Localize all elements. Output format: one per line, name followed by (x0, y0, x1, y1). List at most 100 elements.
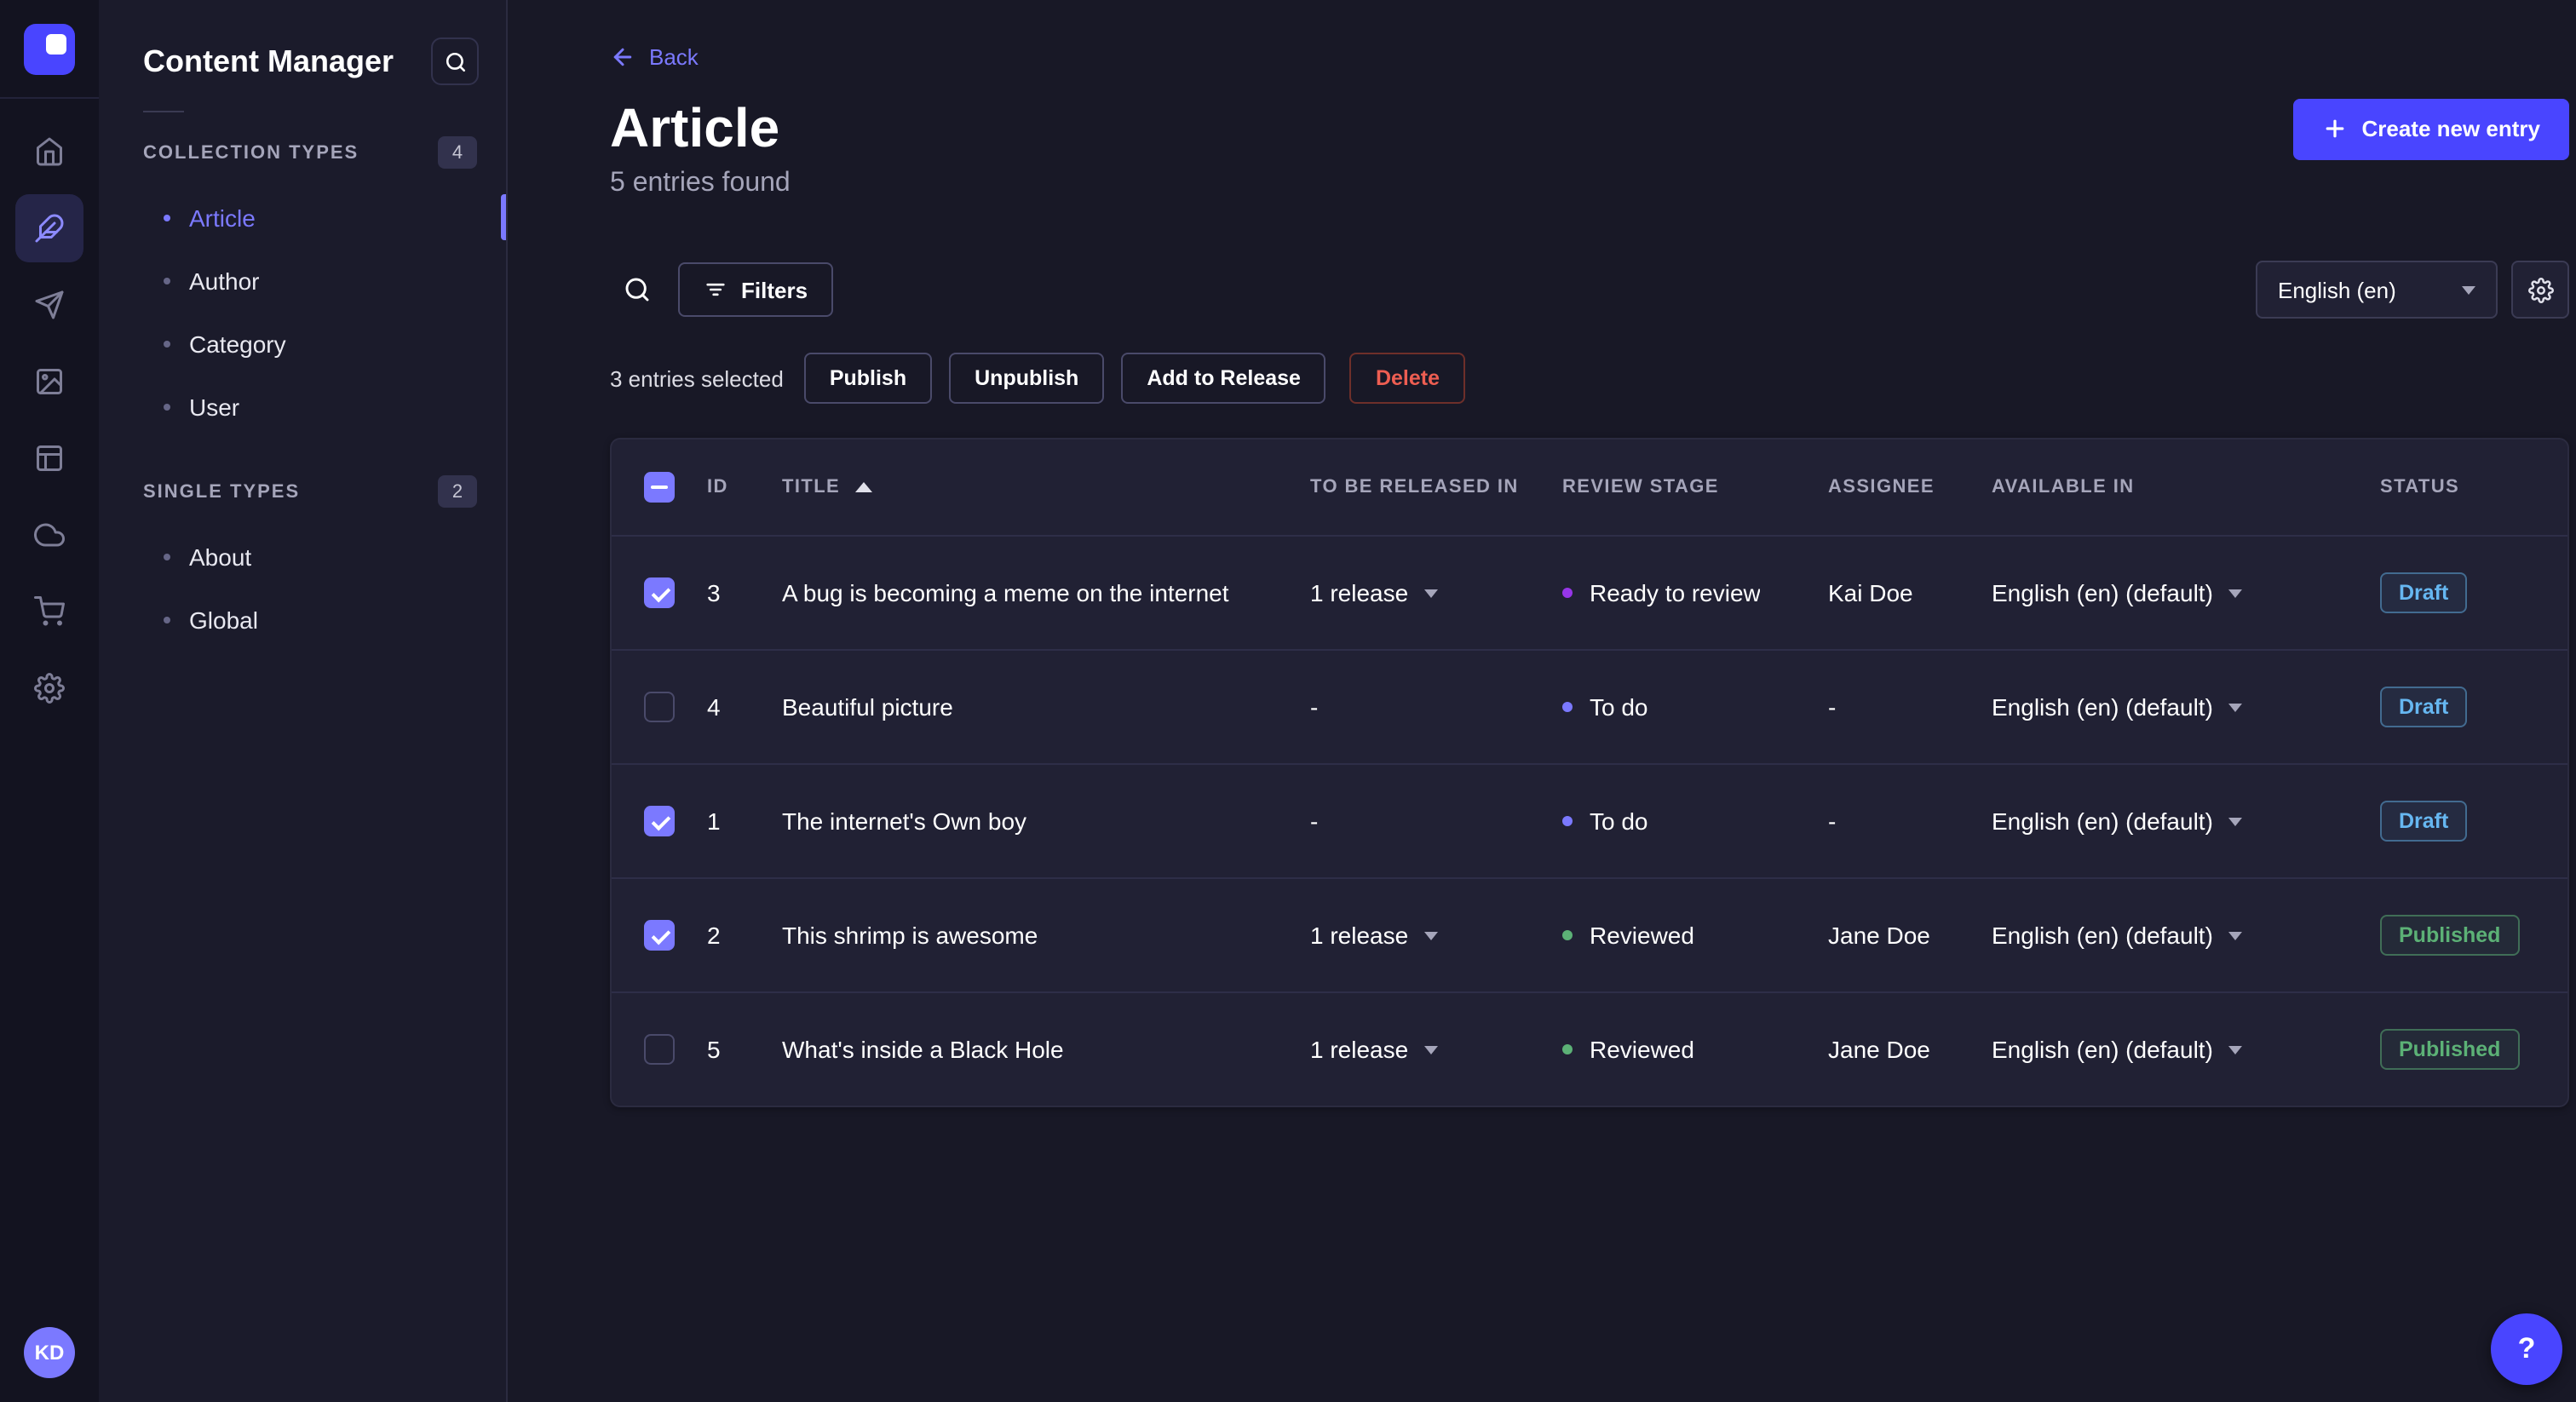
unpublish-button[interactable]: Unpublish (949, 353, 1105, 404)
col-header-review-stage[interactable]: REVIEW STAGE (1562, 477, 1828, 497)
sidebar-item-about[interactable]: About (99, 525, 506, 588)
strapi-logo-icon[interactable] (24, 24, 75, 75)
col-header-status[interactable]: STATUS (2380, 477, 2567, 497)
release-label: - (1310, 807, 1319, 835)
table-row[interactable]: 1 The internet's Own boy - To do - Engli… (612, 763, 2567, 877)
content-manager-icon[interactable] (15, 194, 83, 262)
select-all-checkbox[interactable] (644, 472, 675, 503)
locale-label: English (en) (2278, 277, 2396, 302)
col-header-available-in[interactable]: AVAILABLE IN (1992, 477, 2380, 497)
status-badge: Published (2380, 1029, 2520, 1070)
row-assignee: Jane Doe (1828, 922, 1930, 949)
release-label: 1 release (1310, 922, 1409, 949)
release-chevron-icon (1423, 1045, 1438, 1054)
releases-icon[interactable] (15, 271, 83, 339)
row-id: 4 (707, 693, 721, 721)
sidebar-item-global[interactable]: Global (99, 588, 506, 651)
view-settings-button[interactable] (2511, 261, 2569, 319)
table-row[interactable]: 3 A bug is becoming a meme on the intern… (612, 535, 2567, 649)
sidebar-item-category[interactable]: Category (99, 312, 506, 375)
row-available-in-dropdown[interactable]: English (en) (default) (1992, 579, 2380, 606)
col-header-assignee[interactable]: ASSIGNEE (1828, 477, 1992, 497)
row-review-stage: Ready to review (1562, 579, 1828, 606)
row-checkbox[interactable] (644, 692, 675, 722)
status-badge: Draft (2380, 572, 2468, 613)
arrow-left-icon (610, 44, 635, 70)
col-header-title[interactable]: TITLE (782, 477, 1310, 497)
chevron-down-icon (2228, 1045, 2242, 1054)
sidebar-item-user[interactable]: User (99, 375, 506, 438)
sidebar-item-label: Category (189, 330, 286, 357)
add-to-release-button[interactable]: Add to Release (1121, 353, 1326, 404)
subnav-search-button[interactable] (431, 37, 479, 85)
sidebar-item-article[interactable]: Article (99, 186, 506, 249)
row-release-dropdown[interactable]: 1 release (1310, 579, 1562, 606)
sort-ascending-icon (855, 482, 873, 492)
locale-select[interactable]: English (en) (2256, 261, 2498, 319)
bullet-icon (164, 616, 170, 623)
release-label: 1 release (1310, 1036, 1409, 1063)
settings-icon[interactable] (15, 654, 83, 722)
release-chevron-icon (1423, 931, 1438, 939)
help-button[interactable]: ? (2491, 1313, 2562, 1385)
table-header-row: ID TITLE TO BE RELEASED IN REVIEW STAGE … (612, 440, 2567, 535)
available-in-label: English (en) (default) (1992, 693, 2213, 721)
row-available-in-dropdown[interactable]: English (en) (default) (1992, 1036, 2380, 1063)
row-review-stage: To do (1562, 693, 1828, 721)
stage-dot (1562, 816, 1573, 826)
row-title: This shrimp is awesome (782, 922, 1038, 949)
table-row[interactable]: 5 What's inside a Black Hole 1 release R… (612, 991, 2567, 1106)
marketplace-icon[interactable] (15, 577, 83, 646)
home-icon[interactable] (15, 118, 83, 186)
stage-dot (1562, 930, 1573, 940)
bullet-icon (164, 277, 170, 284)
section-count-badge: 2 (438, 475, 477, 508)
row-release-dropdown[interactable]: - (1310, 693, 1562, 721)
row-checkbox[interactable] (644, 806, 675, 836)
row-available-in-dropdown[interactable]: English (en) (default) (1992, 807, 2380, 835)
content-manager-subnav: Content Manager COLLECTION TYPES 4 Artic… (99, 0, 508, 1402)
stage-label: Reviewed (1590, 922, 1694, 949)
row-release-dropdown[interactable]: 1 release (1310, 1036, 1562, 1063)
content-type-builder-icon[interactable] (15, 424, 83, 492)
row-checkbox[interactable] (644, 920, 675, 951)
plus-icon (2322, 116, 2348, 141)
col-header-release[interactable]: TO BE RELEASED IN (1310, 477, 1562, 497)
row-checkbox[interactable] (644, 577, 675, 608)
create-new-entry-button[interactable]: Create new entry (2293, 98, 2569, 159)
sidebar-item-label: User (189, 393, 240, 420)
app-window: KD Content Manager COLLECTION TYPES 4 Ar… (0, 0, 2576, 1402)
user-avatar[interactable]: KD (24, 1327, 75, 1378)
media-library-icon[interactable] (15, 348, 83, 416)
bullet-icon (164, 553, 170, 560)
sidebar-item-label: About (189, 543, 252, 570)
row-release-dropdown[interactable]: - (1310, 807, 1562, 835)
delete-button[interactable]: Delete (1349, 353, 1466, 404)
stage-dot (1562, 1044, 1573, 1054)
sidebar-item-author[interactable]: Author (99, 249, 506, 312)
stage-label: Ready to review (1590, 579, 1761, 606)
row-available-in-dropdown[interactable]: English (en) (default) (1992, 922, 2380, 949)
row-checkbox[interactable] (644, 1034, 675, 1065)
row-available-in-dropdown[interactable]: English (en) (default) (1992, 693, 2380, 721)
row-assignee: Jane Doe (1828, 1036, 1930, 1063)
row-release-dropdown[interactable]: 1 release (1310, 922, 1562, 949)
back-link[interactable]: Back (610, 44, 699, 70)
create-button-label: Create new entry (2361, 116, 2540, 141)
section-label: SINGLE TYPES (143, 481, 301, 502)
sidebar-item-label: Global (189, 606, 258, 633)
search-icon (444, 50, 466, 72)
back-label: Back (649, 44, 699, 70)
table-row[interactable]: 2 This shrimp is awesome 1 release Revie… (612, 877, 2567, 991)
table-row[interactable]: 4 Beautiful picture - To do - English (e… (612, 649, 2567, 763)
row-assignee: - (1828, 693, 1837, 721)
sidebar-item-label: Article (189, 204, 256, 231)
filters-button[interactable]: Filters (678, 262, 834, 317)
release-chevron-icon (1423, 589, 1438, 597)
search-button[interactable] (610, 262, 664, 317)
publish-button[interactable]: Publish (803, 353, 933, 404)
stage-label: To do (1590, 693, 1648, 721)
cloud-icon[interactable] (15, 501, 83, 569)
section-count-badge: 4 (438, 136, 477, 169)
col-header-id[interactable]: ID (707, 477, 782, 497)
